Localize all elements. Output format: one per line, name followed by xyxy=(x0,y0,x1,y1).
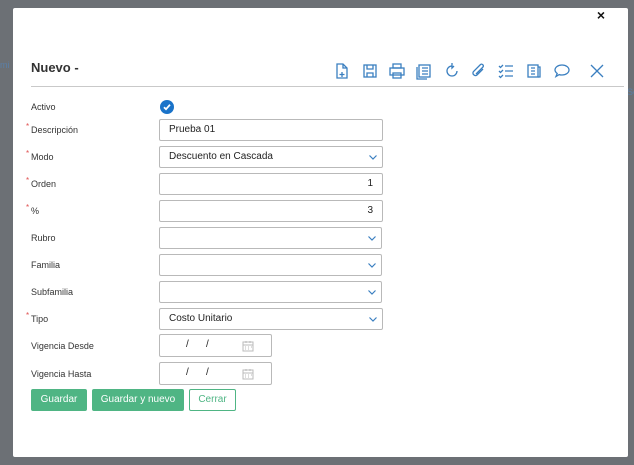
modo-label: Modo xyxy=(31,152,54,162)
subfamilia-label: Subfamilia xyxy=(31,287,74,297)
descripcion-input[interactable]: Prueba 01 xyxy=(159,119,383,141)
rubro-label: Rubro xyxy=(31,233,56,243)
orden-label: Orden xyxy=(31,179,57,189)
guardar-y-nuevo-button[interactable]: Guardar y nuevo xyxy=(92,389,184,411)
modo-value: Descuento en Cascada xyxy=(169,151,273,162)
title-divider xyxy=(31,86,624,87)
activo-checkbox[interactable] xyxy=(160,100,174,114)
required-marker: * xyxy=(26,203,30,212)
guardar-button[interactable]: Guardar xyxy=(31,389,87,411)
vigencia-desde-date-input[interactable]: / / xyxy=(159,334,272,357)
attach-icon[interactable] xyxy=(470,62,488,80)
print-icon[interactable] xyxy=(388,62,406,80)
date-separator: / xyxy=(206,367,209,378)
chevron-down-icon xyxy=(369,317,377,322)
required-marker: * xyxy=(26,311,30,320)
porcentaje-label: % xyxy=(31,206,40,216)
cerrar-button[interactable]: Cerrar xyxy=(189,389,236,411)
date-separator: / xyxy=(186,367,189,378)
activo-label: Activo xyxy=(31,102,56,112)
close-icon[interactable] xyxy=(588,62,606,80)
date-separator: / xyxy=(206,339,209,350)
save-icon[interactable] xyxy=(361,62,379,80)
vigencia-hasta-date-input[interactable]: / / xyxy=(159,362,272,385)
dialog: Nuevo - Activo * Descripción Prueba 01 *… xyxy=(13,8,628,457)
copy-icon[interactable] xyxy=(415,62,433,80)
calendar-icon[interactable] xyxy=(242,368,254,380)
tipo-value: Costo Unitario xyxy=(169,313,233,324)
report-icon[interactable] xyxy=(525,62,543,80)
refresh-icon[interactable] xyxy=(443,62,461,80)
calendar-icon[interactable] xyxy=(242,340,254,352)
tipo-label: Tipo xyxy=(31,314,49,324)
required-marker: * xyxy=(26,176,30,185)
required-marker: * xyxy=(26,149,30,158)
modo-select[interactable]: Descuento en Cascada xyxy=(159,146,383,168)
chevron-down-icon xyxy=(368,263,376,268)
chevron-down-icon xyxy=(368,236,376,241)
tipo-select[interactable]: Costo Unitario xyxy=(159,308,383,330)
background-text: Se xyxy=(627,87,634,97)
vigencia-desde-label: Vigencia Desde xyxy=(31,341,94,351)
date-separator: / xyxy=(186,339,189,350)
comment-icon[interactable] xyxy=(553,62,571,80)
subfamilia-select[interactable] xyxy=(159,281,382,303)
descripcion-label: Descripción xyxy=(31,125,79,135)
checklist-icon[interactable] xyxy=(497,62,515,80)
dialog-title: Nuevo - xyxy=(31,60,79,75)
vigencia-hasta-label: Vigencia Hasta xyxy=(31,369,92,379)
background-text: mi xyxy=(0,60,10,70)
close-icon[interactable]: × xyxy=(594,8,608,22)
familia-label: Familia xyxy=(31,260,61,270)
familia-select[interactable] xyxy=(159,254,382,276)
orden-input[interactable]: 1 xyxy=(159,173,383,195)
chevron-down-icon xyxy=(369,155,377,160)
porcentaje-input[interactable]: 3 xyxy=(159,200,383,222)
chevron-down-icon xyxy=(368,290,376,295)
new-document-icon[interactable] xyxy=(333,62,351,80)
required-marker: * xyxy=(26,122,30,131)
rubro-select[interactable] xyxy=(159,227,382,249)
